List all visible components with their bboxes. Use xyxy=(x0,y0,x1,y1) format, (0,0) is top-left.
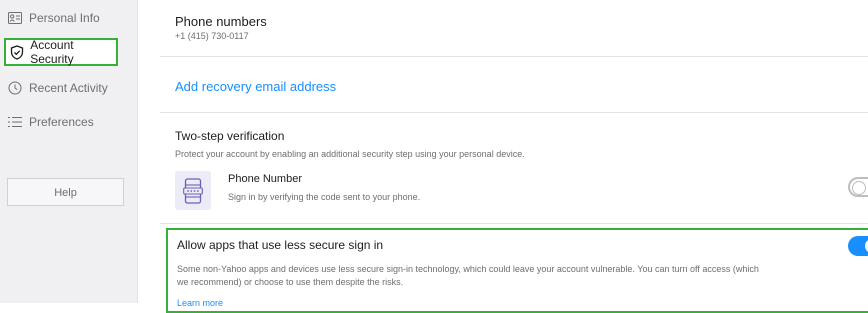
list-icon xyxy=(7,114,23,130)
divider xyxy=(160,223,868,224)
less-secure-signin-toggle[interactable] xyxy=(848,236,868,256)
clock-icon xyxy=(7,80,23,96)
divider xyxy=(160,56,868,57)
security-settings-panel: Phone numbers +1 (415) 730-0117 Add reco… xyxy=(138,0,868,313)
phone-numbers-title: Phone numbers xyxy=(175,14,267,29)
sidebar-item-account-security[interactable]: Account Security xyxy=(4,38,118,66)
sidebar-item-label: Recent Activity xyxy=(29,81,108,95)
sidebar-item-preferences[interactable]: Preferences xyxy=(4,108,118,136)
sidebar-item-label: Account Security xyxy=(30,38,74,66)
divider xyxy=(160,112,868,113)
less-secure-signin-section: Allow apps that use less secure sign in … xyxy=(166,228,868,313)
add-recovery-email-link[interactable]: Add recovery email address xyxy=(175,79,336,94)
phone-number-value: +1 (415) 730-0117 xyxy=(175,31,249,41)
sidebar: Personal Info Account Security Recent Ac… xyxy=(0,0,138,303)
two-step-verification-title: Two-step verification xyxy=(175,129,285,143)
toggle-knob xyxy=(852,181,866,195)
id-card-icon xyxy=(7,10,23,26)
sidebar-item-recent-activity[interactable]: Recent Activity xyxy=(4,74,118,102)
sidebar-item-label: Personal Info xyxy=(29,11,100,25)
phone-number-method-label: Phone Number xyxy=(228,173,302,185)
phone-code-icon xyxy=(175,171,211,210)
less-secure-signin-description: Some non-Yahoo apps and devices use less… xyxy=(177,264,759,287)
learn-more-link[interactable]: Learn more xyxy=(177,298,223,308)
phone-number-method-description: Sign in by verifying the code sent to yo… xyxy=(228,192,421,202)
help-button[interactable]: Help xyxy=(7,178,124,206)
sidebar-item-label: Preferences xyxy=(29,115,94,129)
phone-number-toggle[interactable] xyxy=(848,177,868,197)
shield-icon xyxy=(9,44,24,60)
less-secure-signin-title: Allow apps that use less secure sign in xyxy=(177,238,384,252)
sidebar-item-personal-info[interactable]: Personal Info xyxy=(4,4,118,32)
two-step-verification-description: Protect your account by enabling an addi… xyxy=(175,149,525,159)
